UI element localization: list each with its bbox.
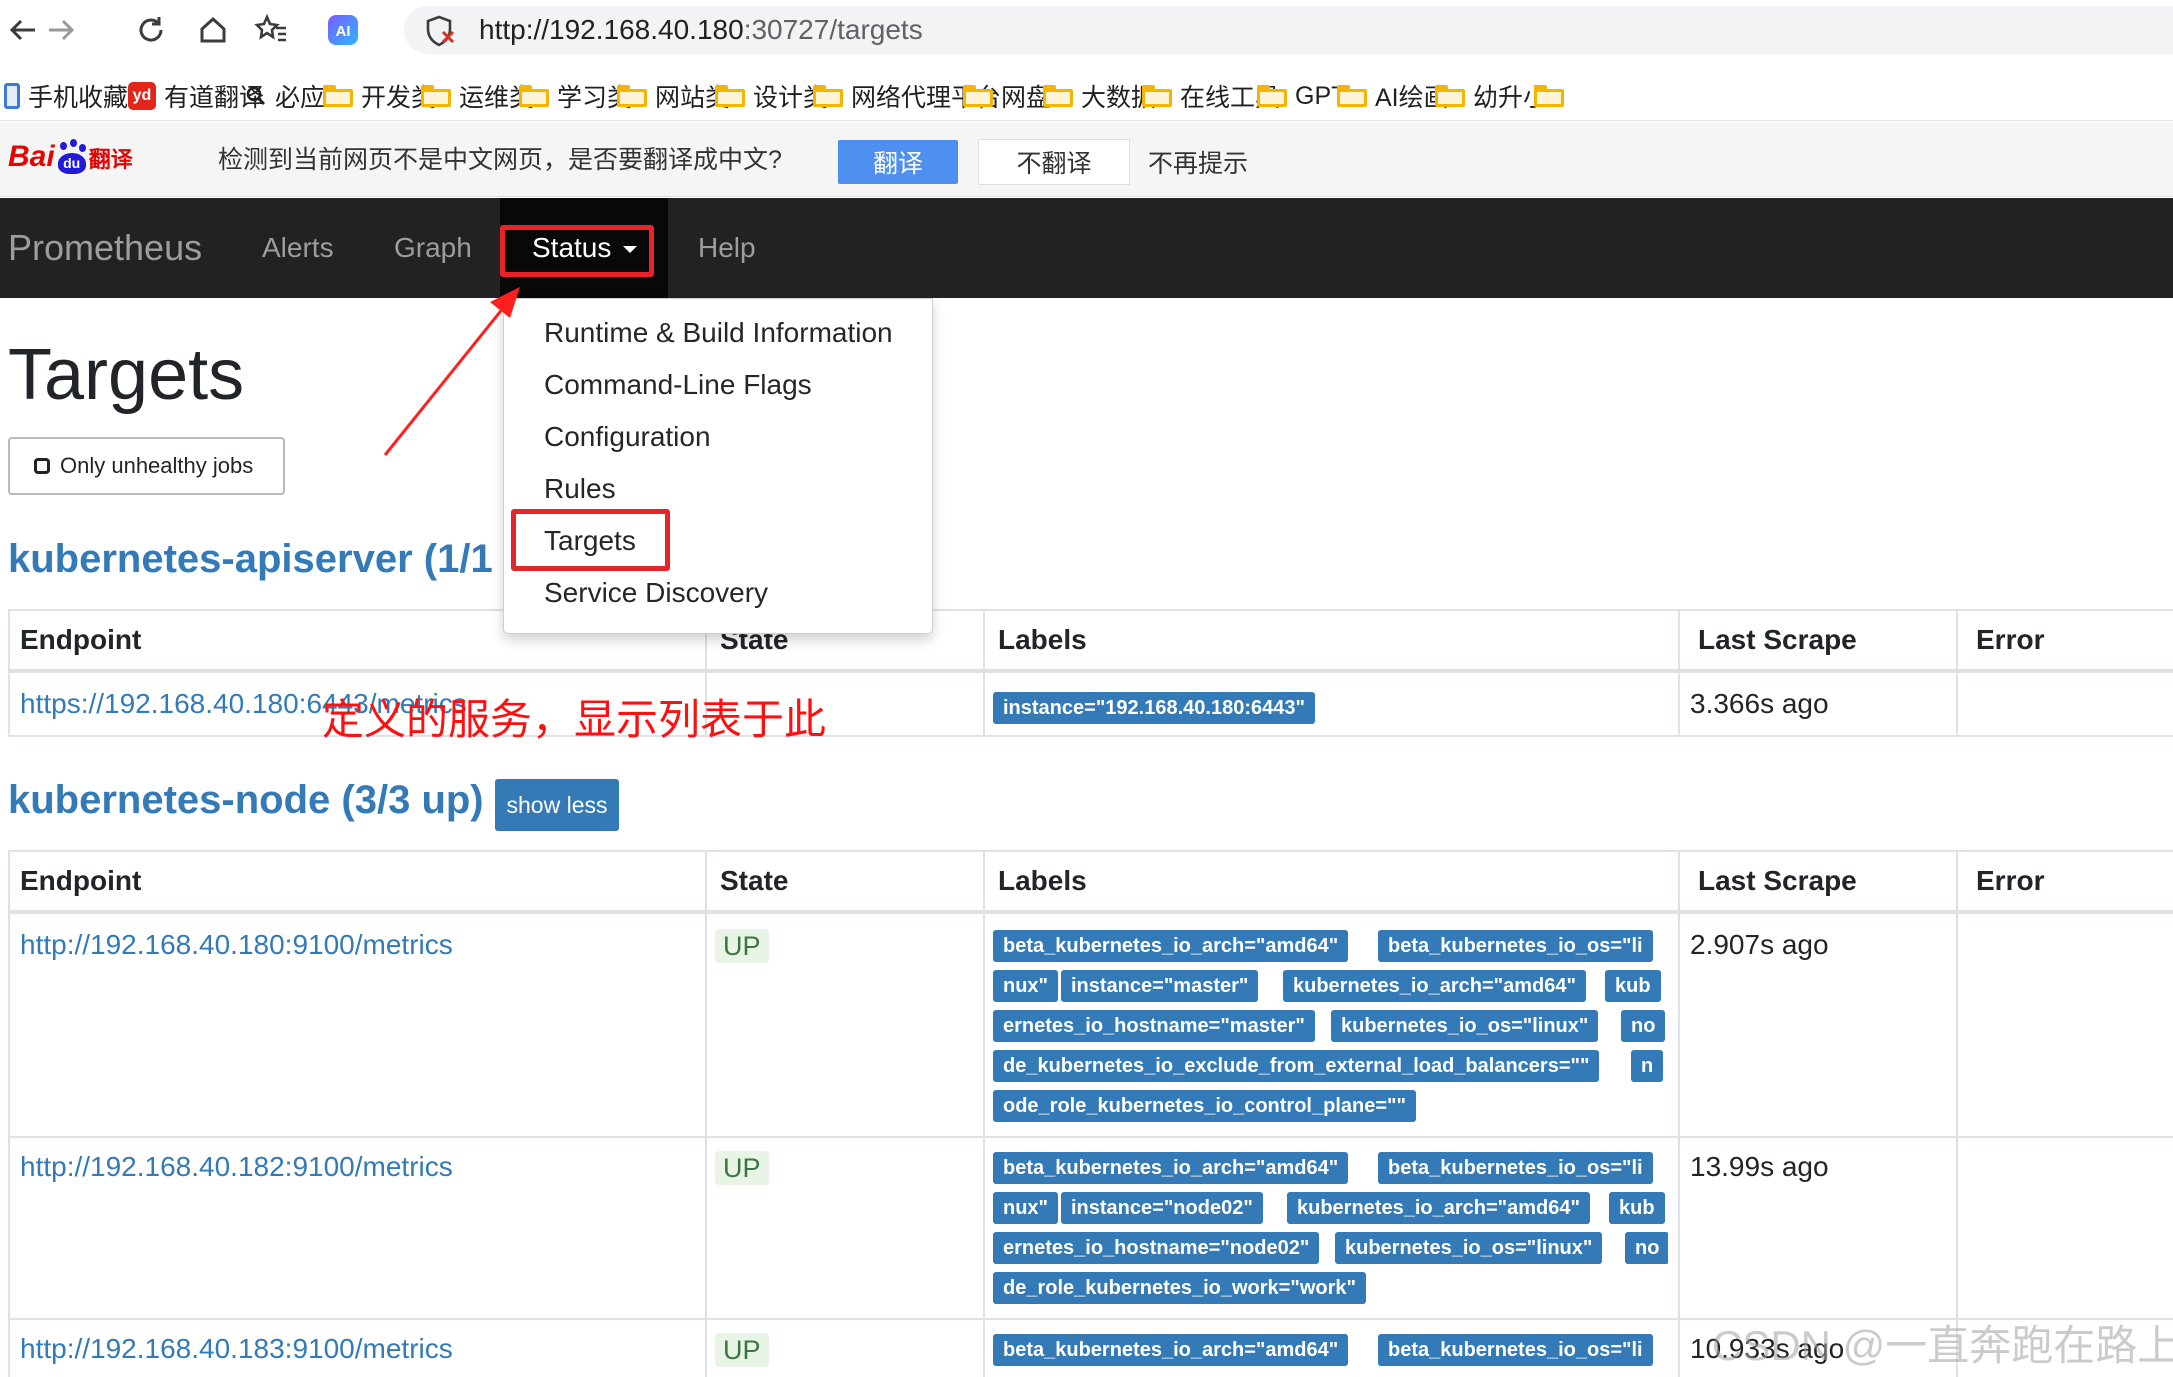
csdn-watermark: CSDN @一直奔跑在路上	[1712, 1322, 2173, 1369]
annotation-text: 定义的服务，显示列表于此	[322, 696, 827, 743]
